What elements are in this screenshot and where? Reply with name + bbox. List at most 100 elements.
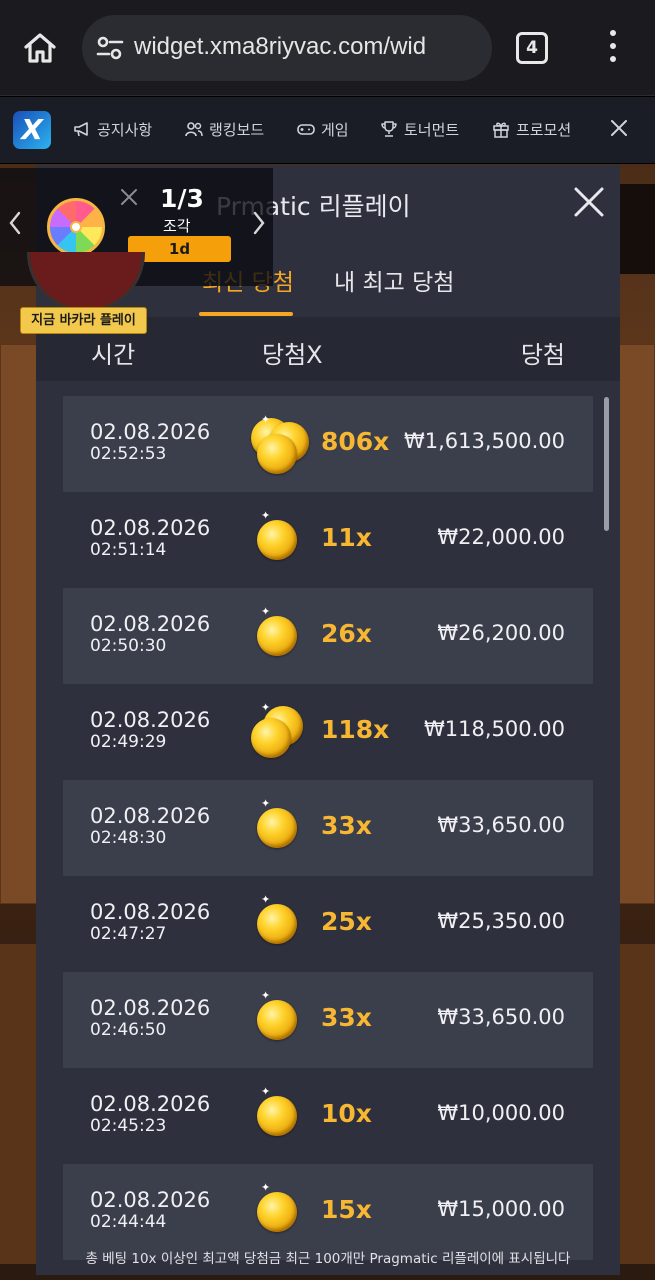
row-win-amount: ₩25,350.00 [437,909,565,933]
table-row: 02.08.2026 02:50:30 ✦ 26x ₩26,200.00 [63,588,593,684]
active-tab-indicator [199,312,293,316]
row-time: 02:50:30 [90,636,167,656]
table-row: 02.08.2026 02:45:23 ✦ 10x ₩10,000.00 [63,1068,593,1164]
sparkle-icon: ✦ [261,509,271,522]
home-icon[interactable] [22,30,58,66]
chevron-right-icon[interactable] [250,208,268,238]
coin-icon [251,718,291,758]
nav-item-ranking[interactable]: 랭킹보드 [185,119,264,141]
tab-switcher-button[interactable]: 4 [516,32,548,64]
nav-label: 프로모션 [516,121,572,139]
coin-stack-icon: ✦ [249,798,313,858]
background-plank [618,344,655,904]
sparkle-icon: ✦ [261,989,271,1002]
coin-icon [257,1000,297,1040]
table-row: 02.08.2026 02:46:50 ✦ 33x ₩33,650.00 [63,972,593,1068]
sparkle-icon: ✦ [261,413,271,426]
row-multiplier: 806x [321,427,390,456]
table-row: 02.08.2026 02:47:27 ✦ 25x ₩25,350.00 [63,876,593,972]
column-header-time: 시간 [91,341,136,369]
coin-icon [257,1192,297,1232]
close-icon[interactable] [118,186,140,208]
gamepad-icon [297,124,315,135]
row-multiplier: 10x [321,1099,372,1128]
row-date: 02.08.2026 [90,996,211,1020]
row-date: 02.08.2026 [90,1188,211,1212]
row-multiplier: 15x [321,1195,372,1224]
row-date: 02.08.2026 [90,1092,211,1116]
browser-toolbar: widget.xma8riyvac.com/wid 4 [0,0,655,96]
nav-item-games[interactable]: 게임 [297,119,349,141]
row-win-amount: ₩33,650.00 [437,813,565,837]
row-time: 02:44:44 [90,1212,167,1232]
coin-icon [257,808,297,848]
chevron-left-icon[interactable] [6,208,24,238]
row-win-amount: ₩15,000.00 [437,1197,565,1221]
site-nav: X 공지사항 랭킹보드 게임 토너먼트 프로모션 [0,97,655,163]
row-date: 02.08.2026 [90,804,211,828]
wins-list: 02.08.2026 02:52:53 ✦ 806x ₩1,613,500.00 02.0… [63,396,593,1260]
row-multiplier: 118x [321,715,390,744]
coin-stack-icon: ✦ [249,894,313,954]
nav-item-notice[interactable]: 공지사항 [73,119,152,141]
row-date: 02.08.2026 [90,708,211,732]
row-multiplier: 11x [321,523,372,552]
nav-item-promotion[interactable]: 프로모션 [492,119,571,141]
piece-label: 조각 [163,217,191,235]
site-settings-icon[interactable] [96,35,124,61]
row-multiplier: 33x [321,1003,372,1032]
row-win-amount: ₩26,200.00 [437,621,565,645]
row-date: 02.08.2026 [90,516,211,540]
nav-item-tournament[interactable]: 토너먼트 [380,119,459,141]
close-icon[interactable] [608,117,630,139]
coin-icon [257,1096,297,1136]
sparkle-icon: ✦ [261,605,271,618]
background-plank [0,944,40,1264]
footer-note: 총 베팅 10x 이상인 최고액 당첨금 최근 100개만 Pragmatic … [85,1251,571,1267]
prize-wheel-icon[interactable] [47,198,105,256]
row-date: 02.08.2026 [90,900,211,924]
row-win-amount: ₩22,000.00 [437,525,565,549]
coin-icon [257,520,297,560]
tab-my-best-wins[interactable]: 내 최고 당첨 [334,263,454,297]
row-date: 02.08.2026 [90,612,211,636]
coin-stack-icon: ✦ [249,606,313,666]
coin-icon [257,904,297,944]
coin-icon [257,434,297,474]
row-win-amount: ₩10,000.00 [437,1101,565,1125]
row-time: 02:47:27 [90,924,167,944]
overflow-menu-icon[interactable] [605,30,621,66]
play-baccarat-button[interactable]: 지금 바카라 플레이 [20,307,147,334]
nav-label: 공지사항 [97,121,153,139]
sparkle-icon: ✦ [261,893,271,906]
sparkle-icon: ✦ [261,797,271,810]
address-bar[interactable]: widget.xma8riyvac.com/wid [82,15,492,81]
trophy-icon [381,121,397,137]
sparkle-icon: ✦ [261,1085,271,1098]
row-time: 02:51:14 [90,540,167,560]
column-header-multiplier: 당첨X [262,341,323,369]
close-icon[interactable] [572,185,606,219]
coin-stack-icon: ✦ [249,414,313,474]
url-text[interactable]: widget.xma8riyvac.com/wid [134,33,484,61]
row-win-amount: ₩118,500.00 [423,717,565,741]
scrollbar[interactable] [604,397,609,531]
row-time: 02:49:29 [90,732,167,752]
background-shadow [620,184,655,274]
row-multiplier: 26x [321,619,372,648]
piece-count: 1/3 [160,184,204,213]
site-logo[interactable]: X [13,111,51,149]
row-time: 02:48:30 [90,828,167,848]
nav-label: 게임 [321,121,349,139]
row-date: 02.08.2026 [90,420,211,444]
column-header-win: 당첨 [520,341,565,369]
table-row: 02.08.2026 02:49:29 ✦ 118x ₩118,500.00 [63,684,593,780]
megaphone-icon [74,122,88,137]
row-time: 02:45:23 [90,1116,167,1136]
background-plank [618,944,655,1264]
coin-stack-icon: ✦ [249,702,313,762]
row-win-amount: ₩1,613,500.00 [403,429,565,453]
users-icon [185,122,203,137]
coin-icon [257,616,297,656]
sparkle-icon: ✦ [261,701,271,714]
